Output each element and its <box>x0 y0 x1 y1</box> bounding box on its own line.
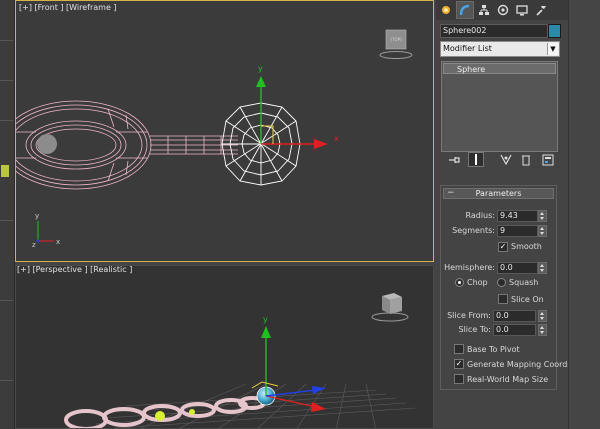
strip-divider <box>0 300 13 301</box>
command-panel: Sphere002 Modifier List ▼ Sphere − Param… <box>436 0 572 429</box>
real-world-map-size-checkbox[interactable] <box>454 374 464 384</box>
left-toolbar-strip <box>0 0 15 429</box>
configure-modifier-sets-button[interactable] <box>540 152 556 167</box>
tripod-x-label: x <box>56 238 60 246</box>
make-unique-icon <box>500 154 512 165</box>
base-to-pivot-label: Base To Pivot <box>467 345 520 354</box>
tripod-y-label: y <box>35 212 39 220</box>
squash-radio[interactable] <box>497 278 506 287</box>
segments-spinner[interactable] <box>538 225 547 237</box>
strip-divider <box>0 120 13 121</box>
real-world-map-size-label: Real-World Map Size <box>467 375 549 384</box>
strip-divider <box>0 40 13 41</box>
y-axis-arrow-persp <box>261 326 271 338</box>
smooth-label: Smooth <box>511 242 542 251</box>
remove-modifier-button[interactable] <box>518 152 534 167</box>
slice-on-label: Slice On <box>511 295 544 304</box>
show-end-result-icon <box>475 154 477 165</box>
strip-divider <box>0 220 13 221</box>
generate-mapping-coords-checkbox[interactable]: ✓ <box>454 359 464 369</box>
strip-divider <box>0 380 13 381</box>
modify-tab[interactable] <box>456 1 474 19</box>
viewcube-front-face-label: [TOP] <box>390 37 402 42</box>
front-viewport-label[interactable]: [+] [Front ] [Wireframe ] <box>19 3 117 12</box>
strip-marker <box>1 165 9 177</box>
modifier-stack-toolbar <box>440 152 558 168</box>
display-tab[interactable] <box>514 2 530 18</box>
gizmo-y-label-persp: y <box>263 315 268 324</box>
segments-label: Segments: <box>452 226 495 235</box>
modifier-stack-item-sphere[interactable]: Sphere <box>443 63 556 74</box>
chop-radio[interactable] <box>455 278 464 287</box>
modifier-list-label: Modifier List <box>443 44 492 53</box>
radius-field[interactable]: 9.43 <box>497 210 538 222</box>
chevron-down-icon: ▼ <box>547 43 558 55</box>
generate-mapping-coords-label: Generate Mapping Coords <box>467 360 572 369</box>
segments-field[interactable]: 9 <box>497 225 538 237</box>
front-viewport-scene[interactable]: y x y x z <box>16 1 434 262</box>
slice-to-label: Slice To: <box>458 325 491 334</box>
tripod-z-label: z <box>32 241 36 249</box>
motion-icon <box>497 4 509 16</box>
chop-label: Chop <box>467 278 488 287</box>
slice-from-field[interactable]: 0.0 <box>493 310 536 322</box>
parameters-rollout-header[interactable]: − Parameters <box>443 188 554 199</box>
radius-label: Radius: <box>465 211 495 220</box>
modifier-stack[interactable]: Sphere <box>441 61 558 152</box>
slice-from-label: Slice From: <box>447 311 491 320</box>
command-panel-tabs <box>436 0 568 20</box>
configure-modifier-sets-icon <box>542 154 554 165</box>
motion-tab[interactable] <box>495 2 511 18</box>
squash-label: Squash <box>509 278 539 287</box>
create-tab[interactable] <box>438 2 454 18</box>
smooth-checkbox[interactable]: ✓ <box>498 242 508 252</box>
chain-link-wireframe <box>16 100 152 190</box>
perspective-viewport[interactable]: y [+] [Perspective ] [Realistic ] <box>15 265 434 429</box>
slice-on-checkbox[interactable] <box>498 294 508 304</box>
object-color-swatch[interactable] <box>548 24 561 38</box>
base-to-pivot-checkbox[interactable] <box>454 344 464 354</box>
x-axis-arrow <box>314 139 328 149</box>
display-icon <box>516 5 528 16</box>
hierarchy-tab[interactable] <box>476 2 492 18</box>
show-end-result-button[interactable] <box>468 152 484 167</box>
strip-divider <box>0 80 13 81</box>
slice-to-spinner[interactable] <box>538 324 547 336</box>
utilities-icon <box>536 6 546 16</box>
radius-spinner[interactable] <box>538 210 547 222</box>
pin-stack-icon <box>449 156 460 163</box>
object-name-field[interactable]: Sphere002 <box>440 24 548 38</box>
gizmo-y-label: y <box>258 64 263 73</box>
tripod-z-axis <box>36 239 40 243</box>
viewcube-front[interactable]: [TOP] <box>374 27 420 61</box>
hemisphere-spinner[interactable] <box>538 262 547 274</box>
chain-bar-wireframe <box>150 135 238 155</box>
perspective-viewport-label[interactable]: [+] [Perspective ] [Realistic ] <box>17 266 132 274</box>
gray-sphere <box>37 134 57 154</box>
hierarchy-icon <box>479 5 489 15</box>
remove-modifier-icon <box>522 155 530 165</box>
hemisphere-label: Hemisphere: <box>444 263 495 272</box>
slice-from-spinner[interactable] <box>538 310 547 322</box>
gizmo-x-label: x <box>334 134 339 143</box>
chain-highlight <box>155 411 165 421</box>
hemisphere-field[interactable]: 0.0 <box>497 262 538 274</box>
utilities-tab[interactable] <box>533 2 549 18</box>
pin-stack-button[interactable] <box>446 152 462 167</box>
chain-links-shaded <box>64 396 266 428</box>
chain-highlight <box>189 409 195 415</box>
modifier-list-dropdown[interactable]: Modifier List ▼ <box>440 41 560 57</box>
modify-icon <box>459 4 470 16</box>
y-axis-arrow <box>256 76 266 87</box>
create-icon <box>442 6 450 14</box>
make-unique-button[interactable] <box>498 152 514 167</box>
slice-to-field[interactable]: 0.0 <box>493 324 536 336</box>
parameters-rollout: − Parameters Radius: 9.43 Segments: 9 ✓ … <box>440 185 572 390</box>
front-viewport[interactable]: y x y x z [+] [Front ] [Wireframe ] [TOP… <box>15 0 434 262</box>
panel-scroll-area[interactable] <box>568 0 600 429</box>
viewcube-perspective[interactable] <box>366 290 414 324</box>
parameters-title: Parameters <box>475 189 522 198</box>
